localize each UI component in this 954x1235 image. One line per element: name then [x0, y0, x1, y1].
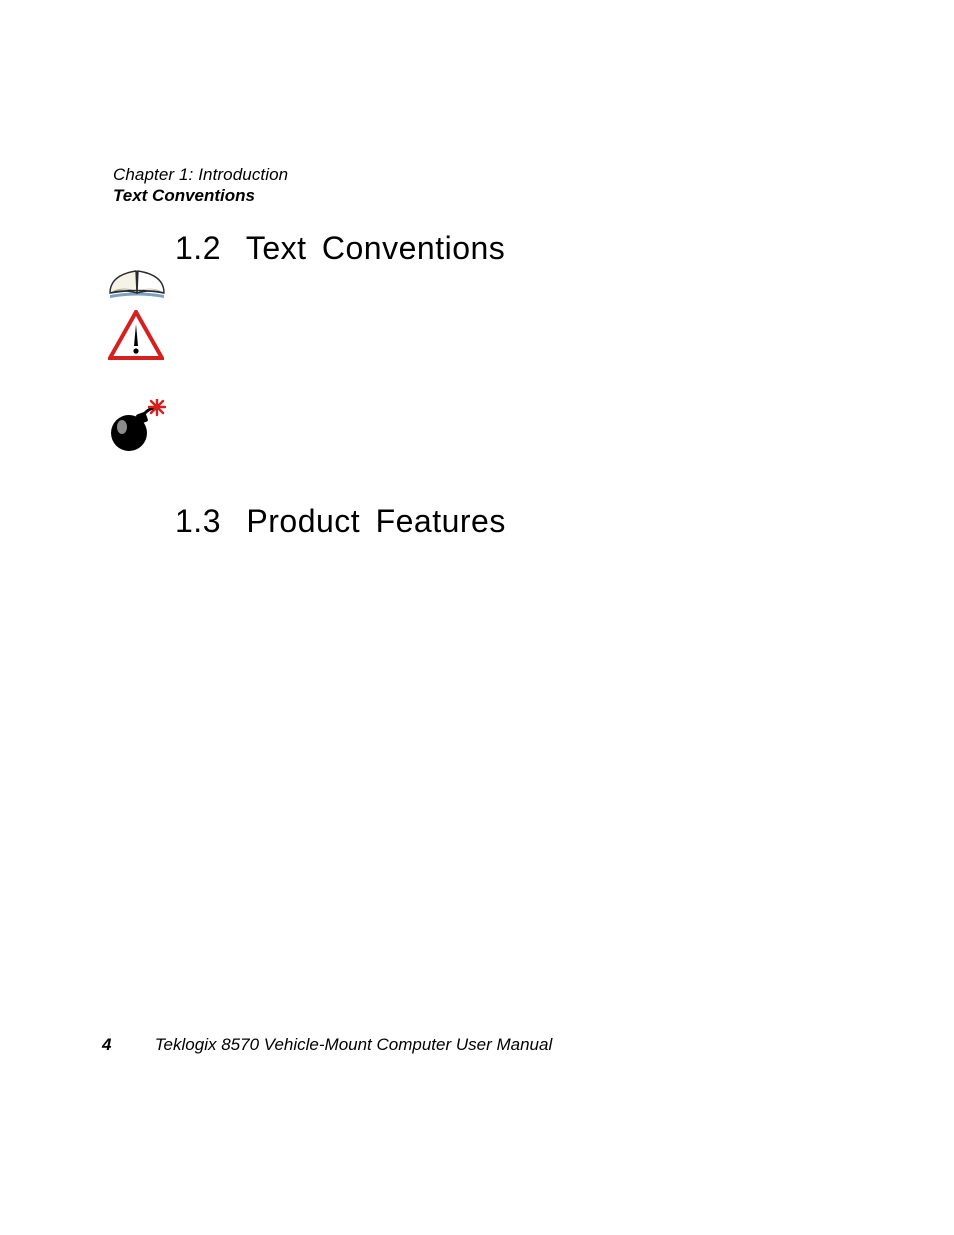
- section-name: Text Conventions: [113, 186, 288, 206]
- page-number: 4: [102, 1035, 150, 1055]
- chapter-line: Chapter 1: Introduction: [113, 165, 288, 185]
- manual-title: Teklogix 8570 Vehicle-Mount Computer Use…: [155, 1035, 553, 1054]
- heading-number: 1.3: [175, 503, 231, 540]
- page-header: Chapter 1: Introduction Text Conventions: [113, 165, 288, 206]
- heading-1-3: 1.3 Product Features: [175, 503, 506, 540]
- warning-triangle-icon: [108, 310, 164, 367]
- heading-title: Text Conventions: [246, 230, 505, 266]
- open-book-icon: [104, 265, 170, 306]
- heading-number: 1.2: [175, 230, 231, 267]
- bomb-icon: [105, 399, 167, 458]
- manual-page: Chapter 1: Introduction Text Conventions…: [0, 0, 954, 1235]
- heading-title: Product Features: [246, 503, 505, 539]
- page-footer: 4 Teklogix 8570 Vehicle-Mount Computer U…: [102, 1035, 552, 1055]
- heading-1-2: 1.2 Text Conventions: [175, 230, 505, 267]
